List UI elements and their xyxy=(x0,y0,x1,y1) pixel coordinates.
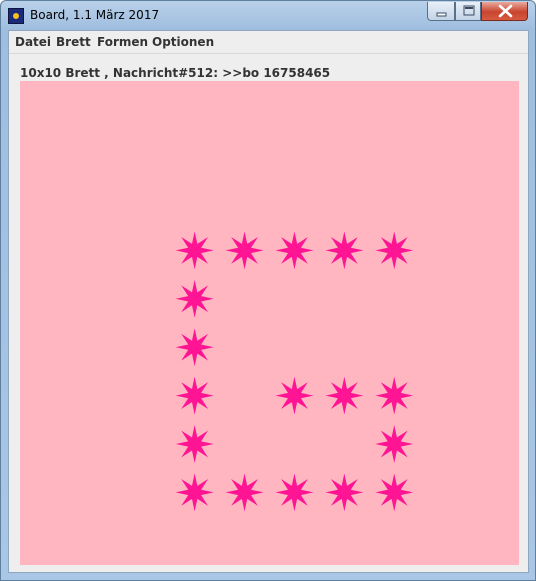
maximize-button[interactable] xyxy=(455,2,481,21)
star-piece[interactable] xyxy=(225,473,264,512)
menu-optionen[interactable]: Optionen xyxy=(152,35,214,49)
status-message: 10x10 Brett , Nachricht#512: >>bo 167584… xyxy=(20,66,331,80)
menu-brett[interactable]: Brett xyxy=(56,35,91,49)
star-piece[interactable] xyxy=(375,473,414,512)
star-piece[interactable] xyxy=(175,231,214,270)
game-board[interactable] xyxy=(20,81,519,565)
menu-datei[interactable]: Datei xyxy=(15,35,51,49)
minimize-button[interactable] xyxy=(427,2,455,21)
star-piece[interactable] xyxy=(175,376,214,415)
star-piece[interactable] xyxy=(325,376,364,415)
close-icon xyxy=(498,4,513,18)
star-piece[interactable] xyxy=(275,231,314,270)
app-icon xyxy=(8,8,24,24)
star-piece[interactable] xyxy=(325,473,364,512)
window-title: Board, 1.1 März 2017 xyxy=(30,8,160,22)
star-piece[interactable] xyxy=(375,376,414,415)
menu-formen[interactable]: Formen xyxy=(97,35,148,49)
star-piece[interactable] xyxy=(275,473,314,512)
maximize-icon xyxy=(463,5,475,16)
star-piece[interactable] xyxy=(175,328,214,367)
star-piece[interactable] xyxy=(325,231,364,270)
star-piece[interactable] xyxy=(375,231,414,270)
star-piece[interactable] xyxy=(275,376,314,415)
star-piece[interactable] xyxy=(375,425,414,463)
menu-bar: Datei Brett Formen Optionen xyxy=(9,31,528,54)
board-canvas[interactable] xyxy=(20,81,519,565)
star-piece[interactable] xyxy=(225,231,264,270)
close-button[interactable] xyxy=(481,2,528,21)
star-piece[interactable] xyxy=(175,279,214,318)
minimize-icon xyxy=(436,12,447,17)
star-piece[interactable] xyxy=(175,425,214,463)
title-bar[interactable]: Board, 1.1 März 2017 xyxy=(1,1,535,31)
content-frame: Datei Brett Formen Optionen 10x10 Brett … xyxy=(8,30,529,573)
star-piece[interactable] xyxy=(175,473,214,512)
app-window: Board, 1.1 März 2017 Datei Brett Formen … xyxy=(0,0,536,581)
